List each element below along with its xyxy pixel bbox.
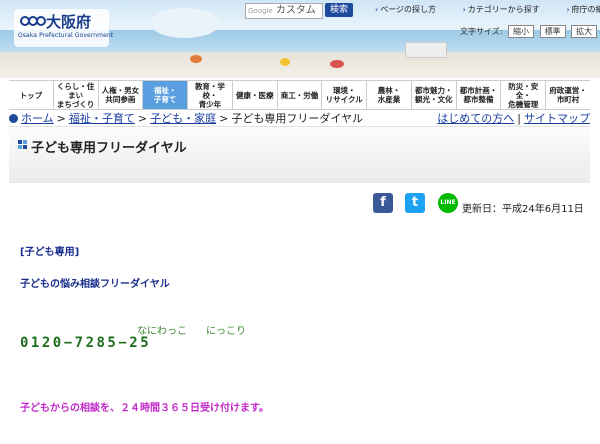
banner-cloud	[150, 8, 220, 38]
arrow-icon: ›	[462, 5, 466, 14]
nav-item-government[interactable]: 府政運営・ 市町村	[546, 81, 590, 109]
breadcrumb-separator: >	[56, 112, 66, 125]
font-size-large-button[interactable]: 拡大	[571, 25, 598, 38]
util-link-category[interactable]: › カテゴリーから探す	[463, 5, 552, 14]
breadcrumb-right-links: はじめての方へ | サイトマップ	[437, 110, 590, 126]
breadcrumb-current: 子ども専用フリーダイヤル	[231, 112, 363, 125]
title-grid-icon	[18, 140, 27, 149]
site-header: 大阪府 Osaka Prefectural Government Google …	[0, 0, 600, 78]
banner-building	[405, 42, 447, 58]
breadcrumb-welfare[interactable]: 福祉・子育て	[69, 112, 135, 125]
home-icon	[9, 114, 18, 123]
updated-date: 更新日：平成24年6月11日	[462, 204, 584, 215]
util-link-page-guide[interactable]: › ページの探し方	[375, 5, 448, 14]
font-size-small-button[interactable]: 縮小	[508, 25, 535, 38]
nav-item-top[interactable]: トップ	[9, 81, 54, 109]
breadcrumb-separator: >	[137, 112, 148, 125]
page-title-bar: 子ども専用フリーダイヤル	[9, 126, 590, 183]
content-heading: 子どもの悩み相談フリーダイヤル	[20, 279, 170, 290]
font-size-normal-button[interactable]: 標準	[539, 25, 566, 38]
nav-item-commerce[interactable]: 商工・労働	[278, 81, 323, 109]
util-link-organization[interactable]: ›府庁の組織から探す	[566, 5, 600, 14]
breadcrumb-family[interactable]: 子ども・家庭	[150, 112, 216, 125]
nav-item-living[interactable]: くらし・住まい まちづくり	[54, 81, 99, 109]
phone-number: 0120−7285−25	[20, 335, 152, 351]
search-button[interactable]: 検索	[325, 3, 353, 17]
logo-title: 大阪府	[46, 13, 92, 31]
google-label: Google	[248, 7, 273, 15]
breadcrumb: ホーム > 福祉・子育て > 子ども・家庭 > 子ども専用フリーダイヤル はじめての方へ | サ…	[9, 110, 590, 126]
global-nav: トップ くらし・住まい まちづくり 人権・男女 共同参画 福祉・ 子育て 教育・…	[9, 80, 590, 110]
arrow-icon: ›	[375, 5, 379, 14]
utility-links: ›ページの探し方 ›カテゴリーから探す ›府庁の組織から探す	[375, 4, 600, 15]
nav-item-human-rights[interactable]: 人権・男女 共同参画	[99, 81, 144, 109]
umbrella-shape	[190, 55, 202, 63]
page-title: 子ども専用フリーダイヤル	[31, 141, 187, 156]
font-size-control: 文字サイズ: 縮小 標準 拡大	[460, 25, 598, 38]
content-category: [子ども専用]	[20, 247, 80, 258]
nav-item-environment[interactable]: 環境・ リサイクル	[322, 81, 368, 109]
search-input[interactable]: Google カスタム	[245, 3, 323, 19]
umbrella-shape	[280, 58, 290, 66]
sitemap-link[interactable]: サイトマップ	[524, 112, 590, 125]
line-share-icon[interactable]: LINE	[438, 193, 458, 213]
nav-item-welfare[interactable]: 福祉・ 子育て	[143, 81, 189, 109]
font-size-label: 文字サイズ:	[460, 27, 503, 36]
osaka-logo-icon	[20, 16, 46, 26]
nav-item-culture[interactable]: 都市魅力・ 観光・文化	[412, 81, 457, 109]
facebook-share-icon[interactable]: f	[373, 193, 393, 213]
nav-item-health[interactable]: 健康・医療	[233, 81, 278, 109]
site-logo[interactable]: 大阪府 Osaka Prefectural Government	[14, 9, 113, 47]
header-beach	[0, 52, 600, 78]
logo-subtitle: Osaka Prefectural Government	[18, 32, 114, 39]
arrow-icon: ›	[566, 5, 570, 14]
first-visit-link[interactable]: はじめての方へ	[437, 112, 514, 125]
nav-item-disaster[interactable]: 防災・安全・ 危機管理	[501, 81, 547, 109]
nav-item-agriculture[interactable]: 農林・ 水産業	[367, 81, 412, 109]
search-placeholder: カスタム	[275, 5, 316, 16]
umbrella-shape	[330, 60, 344, 68]
breadcrumb-home[interactable]: ホーム	[21, 112, 54, 125]
nav-item-urban-planning[interactable]: 都市計画・ 都市整備	[457, 81, 502, 109]
link-separator: |	[517, 112, 521, 125]
breadcrumb-separator: >	[219, 112, 229, 125]
phone-reading-2: にっこり	[206, 326, 246, 337]
content-note: 子どもからの相談を、２４時間３６５日受け付けます。	[20, 403, 269, 414]
nav-item-education[interactable]: 教育・学校・ 青少年	[188, 81, 233, 109]
twitter-share-icon[interactable]: t	[405, 193, 425, 213]
